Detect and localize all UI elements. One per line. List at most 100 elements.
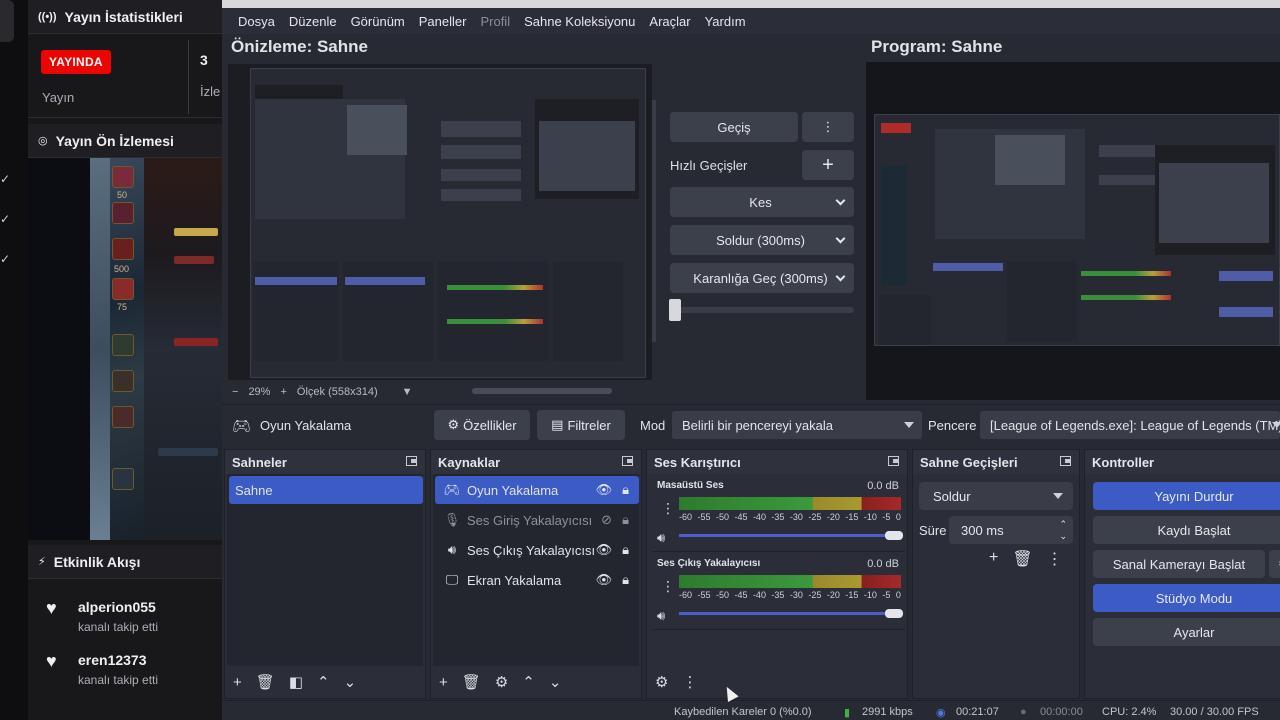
speaker-icon[interactable]: 🔊︎ [657,608,665,624]
menu-scene-collection[interactable]: Sahne Koleksiyonu [517,14,642,29]
menu-tools[interactable]: Araçlar [642,14,697,29]
menu-edit[interactable]: Düzenle [282,14,344,29]
source-item-audio-output[interactable]: 🔊︎ Ses Çıkış Yakalayıcısı 👁︎ 🔒︎ [435,536,639,564]
properties-button[interactable]: ⚙ Özellikler [434,410,530,440]
move-up-icon[interactable]: ⌃ [522,673,535,691]
window-select[interactable]: [League of Legends.exe]: League of Legen… [980,411,1280,439]
record-time: 00:00:00 [1040,706,1083,718]
scene-item[interactable]: Sahne [229,476,423,504]
lock-icon[interactable]: 🔒︎ [622,512,629,528]
undock-icon[interactable] [1060,456,1071,466]
add-icon[interactable]: + [989,549,998,569]
volume-slider-knob[interactable] [885,531,903,540]
undock-icon[interactable] [406,456,417,466]
t-bar-handle[interactable] [669,299,681,321]
transition-type-select[interactable]: Soldur [919,482,1073,510]
feed-user[interactable]: alperion055 [78,599,156,615]
advanced-audio-icon[interactable]: ⚙ [655,673,668,691]
mode-select[interactable]: Belirli bir pencereyi yakala [672,411,922,439]
duration-spinbox[interactable]: 300 ms ⌃ ⌄ [949,516,1073,544]
zoom-out-button[interactable]: − [232,386,238,398]
filters-button[interactable]: ▤ Filtreler [537,410,625,440]
spin-arrows-icon[interactable]: ⌃ ⌄ [1059,518,1067,542]
trash-icon[interactable]: 🗑︎ [1012,549,1032,569]
kebab-icon[interactable]: ⋮ [661,578,675,595]
add-icon[interactable]: + [233,674,242,691]
feed-user[interactable]: eren12373 [78,652,147,668]
eye-hidden-icon[interactable]: ⊘ [601,512,612,528]
kebab-icon: ⋮ [821,119,835,134]
meter-tick-label: -50 [715,590,729,600]
speaker-icon[interactable]: 🔊︎ [657,530,665,546]
source-item-game-capture[interactable]: 🎮︎ Oyun Yakalama 👁︎ 🔒︎ [435,476,639,504]
source-item-display-capture[interactable]: 🖵︎ Ekran Yakalama 👁︎ 🔒︎ [435,566,639,594]
trash-icon[interactable]: 🗑︎ [256,673,275,691]
undock-icon[interactable] [888,456,899,466]
record-icon: ● [1020,706,1027,718]
undock-icon[interactable] [622,456,633,466]
check-icon[interactable]: ✓ [0,172,10,186]
move-up-icon[interactable]: ⌃ [317,673,330,691]
transition-button[interactable]: Geçiş [670,112,798,142]
meter-scale: -60 -55 -50 -45 -40 -35 -30 -25 -20 -15 -10 -5 0 [679,590,901,600]
eye-icon[interactable]: 👁︎ [596,542,613,558]
start-virtual-camera-button[interactable]: Sanal Kamerayı Başlat [1093,550,1265,578]
kebab-icon[interactable]: ⋮ [682,673,697,691]
settings-button[interactable]: Ayarlar [1093,618,1280,646]
quick-transition-fade[interactable]: Soldur (300ms) [670,225,854,255]
lock-icon[interactable]: 🔒︎ [622,482,629,498]
bitrate: 2991 kbps [862,706,913,718]
rail-tab[interactable] [0,0,14,42]
add-icon[interactable]: + [439,674,448,691]
quick-transition-cut[interactable]: Kes [670,187,854,217]
source-item-audio-input[interactable]: 🎙︎ Ses Giriş Yakalayıcısı ⊘ 🔒︎ [435,506,639,534]
move-down-icon[interactable]: ⌄ [344,673,357,691]
stream-preview[interactable]: 50 500 75 [28,158,222,540]
stop-streaming-button[interactable]: Yayını Durdur [1093,482,1280,510]
eye-icon[interactable]: 👁︎ [596,572,613,588]
zoom-in-button[interactable]: + [280,386,286,398]
menu-file[interactable]: Dosya [231,14,282,29]
eye-icon[interactable]: 👁︎ [596,482,613,498]
scenes-dock: Sahneler Sahne + 🗑︎ ◧ ⌃ ⌄ [224,449,426,699]
quick-transition-fade-black[interactable]: Karanlığa Geç (300ms) [670,263,854,293]
t-bar-track[interactable] [670,307,854,313]
virtual-camera-settings-button[interactable]: ⚙ [1269,550,1280,578]
game-ui-panel [144,158,222,540]
menu-docks[interactable]: Paneller [412,14,474,29]
horizontal-scrollbar[interactable] [472,388,612,394]
lock-icon[interactable]: 🔒︎ [622,572,629,588]
studio-mode-button[interactable]: Stüdyo Modu [1093,584,1280,612]
volume-slider-knob[interactable] [885,609,903,618]
check-icon[interactable]: ✓ [0,252,10,266]
game-stat: 500 [114,264,130,274]
volume-meter [679,575,901,588]
scenes-dock-header: Sahneler [225,450,425,474]
quick-transitions-label: Hızlı Geçişler [670,158,748,173]
add-quick-transition-button[interactable]: + [802,150,854,180]
game-stat: 50 [117,190,128,200]
trash-icon[interactable]: 🗑︎ [462,673,481,691]
volume-slider[interactable] [679,534,901,537]
kebab-icon[interactable]: ⋮ [661,500,675,517]
preview-header: ◎ Yayın Ön İzlemesi [28,124,222,158]
preview-scrollbar[interactable] [652,100,656,342]
meter-tick-label: -55 [697,590,711,600]
meter-scale: -60 -55 -50 -45 -40 -35 -30 -25 -20 -15 -10 -5 0 [679,512,901,522]
gear-icon[interactable]: ⚙ [495,673,508,691]
menu-profile[interactable]: Profil [473,14,517,29]
volume-slider[interactable] [679,612,901,615]
menu-view[interactable]: Görünüm [344,14,412,29]
menu-help[interactable]: Yardım [698,14,753,29]
check-icon[interactable]: ✓ [0,212,10,226]
move-down-icon[interactable]: ⌄ [549,673,562,691]
game-bar [158,448,218,456]
filter-icon[interactable]: ◧ [289,673,303,691]
start-recording-button[interactable]: Kaydı Başlat [1093,516,1280,544]
zoom-dropdown-icon[interactable]: ▼ [402,386,413,398]
preview-canvas[interactable] [228,64,652,380]
transition-menu-button[interactable]: ⋮ [802,112,854,142]
kebab-icon[interactable]: ⋮ [1047,549,1063,569]
lock-icon[interactable]: 🔒︎ [622,542,629,558]
stats-box [28,34,222,118]
